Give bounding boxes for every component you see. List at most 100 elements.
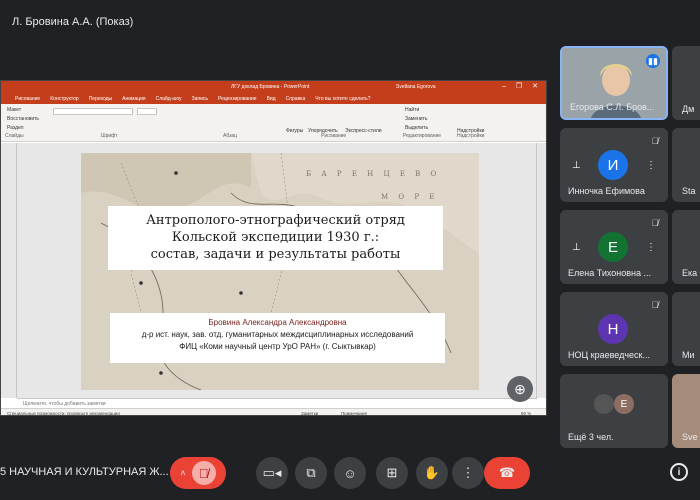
slide-thumbnails-pane[interactable] (1, 143, 17, 398)
ppt-ribbon: Макет Восстановить Раздел Слайды Шрифт А… (1, 104, 546, 142)
ppt-window-title: ЛГУ доклад Бровина - PowerPoint (231, 84, 310, 90)
avatar (594, 394, 614, 414)
more-icon[interactable]: ⋮ (646, 160, 656, 171)
drawing-group-label: Рисование (321, 133, 347, 139)
title-line-1: Антрополого-этнографический отряд (146, 213, 405, 228)
present-button[interactable]: ⊞ (376, 457, 408, 489)
meeting-name: 5 НАУЧНАЯ И КУЛЬТУРНАЯ Ж... (0, 466, 169, 478)
pin-icon[interactable]: ⊥ (572, 242, 581, 253)
mic-off-icon: 🎙̸ (651, 218, 659, 228)
mic-off-icon: 🎙̸ (651, 136, 659, 146)
participant-tile-partial[interactable]: Дм (672, 46, 700, 120)
vertical-scrollbar[interactable] (536, 143, 546, 398)
layout-button[interactable]: Макет (7, 107, 21, 113)
captions-button[interactable]: ⧉ (295, 457, 327, 489)
zoom-level[interactable]: 90 % (521, 411, 531, 415)
phone-hangup-icon: ☎ (498, 465, 516, 480)
participant-name: НОЦ краеведческ... (568, 350, 650, 360)
tab-animations[interactable]: Анимация (122, 96, 145, 102)
camera-icon: ▭◂ (262, 465, 282, 480)
slide[interactable]: Б А Р Е Н Ц Е В О М О Р Е Антрополого-эт… (81, 153, 479, 390)
slide-author: Бровина Александра Александровна д-р ист… (110, 313, 445, 363)
ppt-statusbar: Специальные возможности: проверьте реком… (1, 408, 546, 415)
ppt-titlebar: ЛГУ доклад Бровина - PowerPoint Svetlana… (1, 81, 546, 93)
replace-button[interactable]: Заменить (405, 116, 427, 122)
present-icon: ⊞ (386, 465, 398, 480)
tab-draw[interactable]: Рисование (15, 96, 40, 102)
shapes-button[interactable]: Фигуры (286, 128, 303, 134)
restore-button[interactable]: Восстановить (7, 116, 39, 122)
author-position: д-р ист. наук, зав. отд. гуманитарных ме… (141, 330, 414, 339)
tab-slideshow[interactable]: Слайд-шоу (156, 96, 182, 102)
more-options-button[interactable]: ⋮ (452, 457, 484, 489)
participant-tile[interactable]: 🎙̸ И ⊥ ⋮ Инночка Ефимова (560, 128, 668, 202)
section-button[interactable]: Раздел (7, 125, 24, 131)
meet-window: Л. Бровина А.А. (Показ) ЛГУ доклад Брови… (0, 0, 700, 500)
participant-tile-partial[interactable]: Ека (672, 210, 700, 284)
tab-record[interactable]: Запись (192, 96, 208, 102)
author-name: Бровина Александра Александровна (208, 318, 347, 327)
participant-name: Sve (682, 432, 698, 442)
participant-tile[interactable]: 🎙̸ Е ⊥ ⋮ Елена Тихоновна ... (560, 210, 668, 284)
participant-tile-active[interactable]: ▮▮ Егорова С.Л. Бров... (560, 46, 668, 120)
participant-tile-partial[interactable]: Ми (672, 292, 700, 366)
tell-me-search[interactable]: Что вы хотите сделать? (315, 96, 370, 102)
font-name-box[interactable] (53, 108, 133, 115)
accessibility-status[interactable]: Специальные возможности: проверьте реком… (7, 411, 120, 415)
slides-group-label: Слайды (5, 133, 24, 139)
participant-name: Ека (682, 268, 698, 278)
participant-name: Елена Тихоновна ... (568, 268, 652, 278)
notes-pane[interactable]: Щелкните, чтобы добавить заметки (17, 398, 537, 408)
comments-toggle[interactable]: Примечания (341, 411, 367, 415)
title-line-3: состав, задачи и результаты работы (150, 247, 401, 262)
ppt-user: Svetlana Egorova (396, 84, 436, 90)
paragraph-group-label: Абзац (223, 133, 238, 139)
more-icon[interactable]: ⋮ (646, 242, 656, 253)
zoom-in-icon[interactable]: ⊕ (507, 376, 533, 402)
captions-icon: ⧉ (306, 465, 316, 480)
mic-off-icon: 🎙̸ (191, 461, 216, 485)
participant-tile[interactable]: 🎙̸ Н НОЦ краеведческ... (560, 292, 668, 366)
tab-view[interactable]: Вид (267, 96, 276, 102)
participant-name: Егорова С.Л. Бров... (570, 102, 655, 112)
avatar: Н (598, 314, 628, 344)
participant-name: Sta (682, 186, 696, 196)
map-label-sea-1: Б А Р Е Н Ц Е В О (306, 170, 441, 178)
ppt-ribbon-tabs: Рисование Конструктор Переходы Анимация … (1, 93, 546, 104)
info-icon[interactable]: i (670, 463, 688, 481)
participant-tile-partial[interactable]: Sta (672, 128, 700, 202)
tab-transitions[interactable]: Переходы (89, 96, 112, 102)
map-label-sea-2: М О Р Е (381, 193, 439, 201)
participant-tile-partial[interactable]: Sve (672, 374, 700, 448)
chevron-up-icon: ˄ (180, 468, 186, 478)
pin-icon[interactable]: ⊥ (572, 160, 581, 171)
tile-hover-controls: ⊥ ⋮ (572, 154, 656, 176)
author-affiliation: ФИЦ «Коми научный центр УрО РАН» (г. Сык… (179, 342, 376, 351)
shared-screen[interactable]: ЛГУ доклад Бровина - PowerPoint Svetlana… (0, 80, 547, 416)
tab-design[interactable]: Конструктор (50, 96, 79, 102)
more-participants-label: Ещё 3 чел. (568, 432, 614, 442)
tab-review[interactable]: Рецензирование (218, 96, 257, 102)
slide-title: Антрополого-этнографический отряд Кольск… (108, 206, 443, 270)
mic-toggle-button[interactable]: ˄ 🎙̸ (170, 457, 226, 489)
find-button[interactable]: Найти (405, 107, 419, 113)
more-participants-tile[interactable]: Е Ещё 3 чел. (560, 374, 668, 448)
end-call-button[interactable]: ☎ (484, 457, 530, 489)
quick-styles-button[interactable]: Экспресс-стили (345, 128, 382, 134)
font-group-label: Шрифт (101, 133, 118, 139)
font-size-box[interactable] (137, 108, 157, 115)
raise-hand-button[interactable]: ✋ (416, 457, 448, 489)
title-line-2: Кольской экспедиции 1930 г.: (171, 230, 380, 245)
avatar: Е (614, 394, 634, 414)
tab-help[interactable]: Справка (286, 96, 306, 102)
camera-button[interactable]: ▭◂ (256, 457, 288, 489)
notes-toggle[interactable]: Заметки (301, 411, 318, 415)
window-controls[interactable]: – ❐ ✕ (502, 82, 542, 90)
emoji-button[interactable]: ☺ (334, 457, 366, 489)
participant-name: Инночка Ефимова (568, 186, 645, 196)
speaking-indicator-icon: ▮▮ (646, 54, 660, 68)
participant-name: Дм (682, 104, 695, 114)
hand-icon: ✋ (423, 465, 441, 480)
select-button[interactable]: Выделить (405, 125, 428, 131)
more-vert-icon: ⋮ (461, 465, 475, 480)
